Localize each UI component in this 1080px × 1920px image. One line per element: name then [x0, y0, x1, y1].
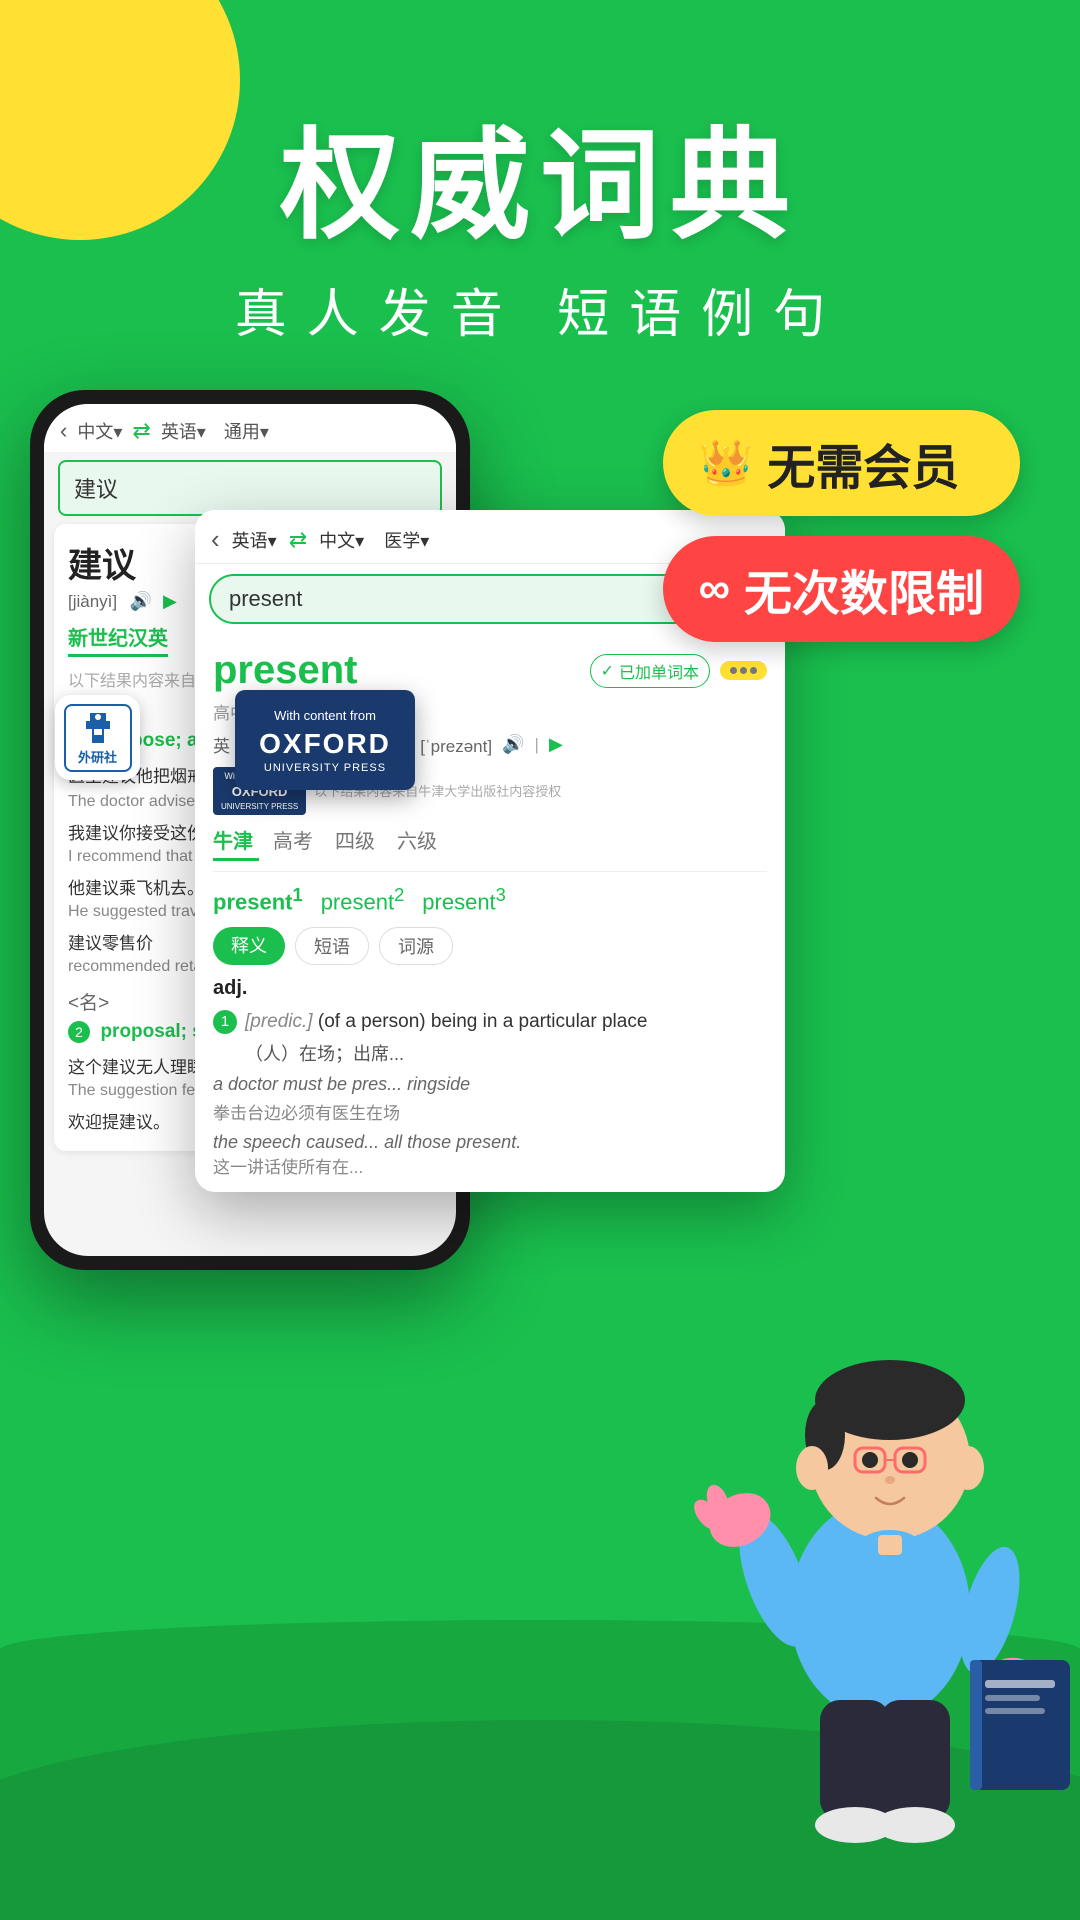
oxford-card-line1: With content from	[257, 706, 393, 726]
dot3	[750, 667, 757, 674]
card2-word-row: present ✓ 已加单词本	[213, 648, 767, 693]
oxford-card-line3: UNIVERSITY PRESS	[257, 762, 393, 774]
mascot	[680, 1190, 1080, 1890]
card2-ex1-en: a doctor must be pres... ringside	[213, 1074, 767, 1095]
us-play-icon[interactable]: ▶	[549, 734, 563, 755]
card2-back-icon[interactable]: ‹	[211, 524, 220, 555]
badge2-text: 无次数限制	[744, 554, 984, 624]
word-variants: present1 present2 present3	[213, 884, 767, 915]
phone1-mode[interactable]: 通用▾	[224, 418, 269, 444]
card2-more-dots[interactable]	[720, 661, 767, 680]
badges-container: 👑 无需会员 ∞ 无次数限制	[663, 410, 1020, 642]
phone1-navbar: ‹ 中文▾ ⇄ 英语▾ 通用▾	[44, 404, 456, 452]
phone1-source: 新世纪汉英	[68, 622, 168, 657]
crown-icon: 👑	[699, 437, 754, 489]
checkmark-icon: ✓	[601, 661, 614, 681]
card2-def-en: (of a person) being in a particular plac…	[318, 1011, 648, 1032]
phone1-play-icon[interactable]: ▶	[163, 591, 177, 611]
card2-actions: ✓ 已加单词本	[590, 654, 767, 688]
tab-gaokao[interactable]: 高考	[265, 825, 321, 861]
waiguyan-logo: 外研社	[55, 695, 140, 780]
logo-border: 外研社	[64, 704, 132, 772]
oxford-card-line2: OXFORD	[257, 728, 393, 760]
no-limit-badge: ∞ 无次数限制	[663, 536, 1020, 642]
phone1-swap-icon[interactable]: ⇄	[132, 418, 150, 444]
card2-ex1-cn: 拳击台边必须有医生在场	[213, 1099, 767, 1124]
sense-tabs: 释义 短语 词源	[213, 927, 767, 965]
dot2	[740, 667, 747, 674]
card2-search-text: present	[229, 586, 302, 612]
bookmark-text: 已加单词本	[619, 659, 699, 683]
logo-text: 外研社	[78, 747, 117, 766]
card2-bookmark-badge[interactable]: ✓ 已加单词本	[590, 654, 710, 688]
card2-def-text: [predic.] (of a person) being in a parti…	[245, 1008, 647, 1037]
card2-ex2-en: the speech caused... all those present.	[213, 1132, 767, 1153]
card2-def-num: 1	[213, 1010, 237, 1034]
badge1-text: 无需会员	[767, 428, 959, 498]
sense-tab-duanyu[interactable]: 短语	[295, 927, 369, 965]
card2-def-pos: adj.	[213, 977, 767, 1000]
phone1-def2-num: 2	[68, 1021, 90, 1043]
card2-def-label: [predic.]	[245, 1011, 313, 1032]
card2-subject[interactable]: 医学▾	[384, 527, 429, 553]
tab-cet4[interactable]: 四级	[327, 825, 383, 861]
sub-title: 真人发音 短语例句	[0, 272, 1080, 347]
phone1-audio-icon[interactable]: 🔊	[130, 591, 152, 611]
card2-lang1[interactable]: 英语▾	[232, 527, 277, 553]
variant3[interactable]: present3	[422, 884, 506, 915]
card2-def-content: [predic.] (of a person) being in a parti…	[245, 1008, 647, 1066]
card2-ex2-cn: 这一讲话使所有在...	[213, 1153, 767, 1178]
card2-word: present	[213, 648, 358, 693]
dot1	[730, 667, 737, 674]
phone1-search-text: 建议	[74, 477, 118, 502]
phone1-lang1[interactable]: 中文▾	[77, 418, 122, 444]
variant1[interactable]: present1	[213, 884, 303, 915]
phone1-search-bar[interactable]: 建议	[58, 460, 442, 516]
card2-def-cn: （人）在场；出席...	[245, 1040, 647, 1066]
main-title: 权威词典	[0, 120, 1080, 252]
sense-tab-ciyuan[interactable]: 词源	[379, 927, 453, 965]
card2-swap-icon[interactable]: ⇄	[289, 527, 307, 553]
infinity-icon: ∞	[699, 564, 730, 614]
building-icon	[80, 709, 116, 745]
card2-def-row: 1 [predic.] (of a person) being in a par…	[213, 1008, 767, 1066]
card2-lang2[interactable]: 中文▾	[319, 527, 364, 553]
tab-oxford[interactable]: 牛津	[213, 825, 259, 861]
variant2[interactable]: present2	[321, 884, 405, 915]
phone1-lang2[interactable]: 英语▾	[161, 418, 206, 444]
mascot-svg	[680, 1190, 1080, 1890]
no-membership-badge: 👑 无需会员	[663, 410, 1020, 516]
sense-tab-yiyi[interactable]: 释义	[213, 927, 285, 965]
phone1-back-icon[interactable]: ‹	[60, 418, 67, 444]
tab-cet6[interactable]: 六级	[389, 825, 445, 861]
us-audio-icon[interactable]: 🔊	[502, 734, 524, 755]
header-section: 权威词典 真人发音 短语例句	[0, 120, 1080, 347]
card2-tabs: 牛津 高考 四级 六级	[213, 825, 767, 872]
oxford-press-card: With content from OXFORD UNIVERSITY PRES…	[235, 690, 415, 790]
